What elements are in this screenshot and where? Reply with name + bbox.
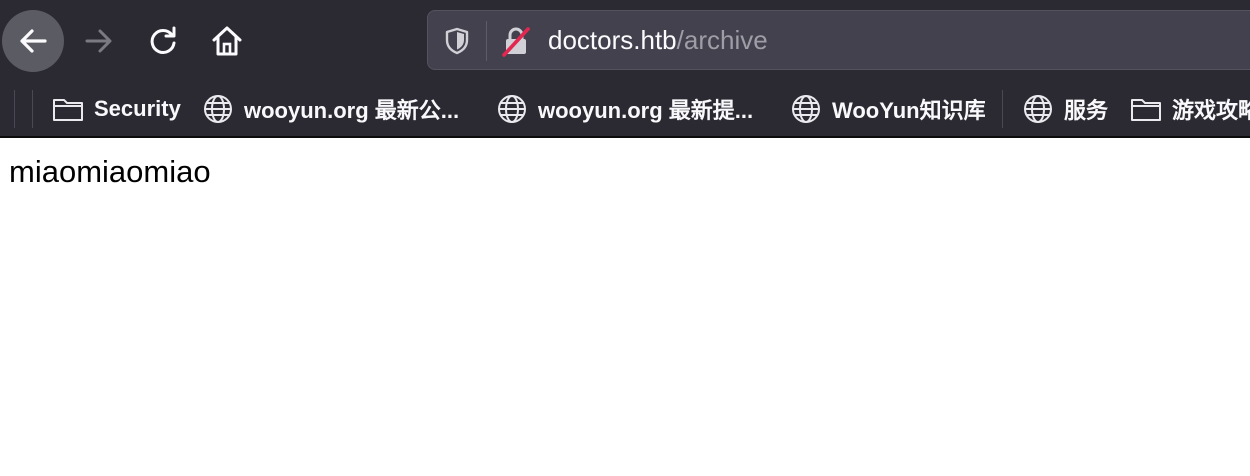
bookmark-wooyun-submit[interactable]: wooyun.org 最新提... (496, 90, 753, 128)
bookmark-label: WooYun知识库 (832, 98, 986, 123)
url-path: /archive (676, 25, 768, 55)
page-body-text: miaomiaomiao (9, 154, 211, 189)
folder-icon (53, 99, 83, 121)
bookmark-label: wooyun.org 最新提... (538, 98, 754, 123)
arrow-left-icon (20, 29, 47, 53)
globe-icon (498, 95, 526, 123)
navigation-toolbar: doctors.htb/archive (0, 0, 1250, 82)
arrow-right-icon (85, 29, 112, 53)
bookmark-label: 游戏攻略 (1172, 98, 1250, 123)
bookmark-label: wooyun.org 最新公... (244, 98, 460, 123)
insecure-lock-icon[interactable] (500, 25, 532, 57)
reload-button[interactable] (142, 20, 184, 62)
bookmark-label: Security (94, 96, 181, 121)
forward-button[interactable] (78, 20, 120, 62)
url-bar[interactable]: doctors.htb/archive (427, 10, 1250, 70)
chrome-bottom-border (0, 136, 1250, 138)
reload-icon (150, 26, 176, 54)
url-text[interactable]: doctors.htb/archive (548, 24, 768, 56)
browser-chrome: doctors.htb/archive Security wooyun.org … (0, 0, 1250, 138)
bookmark-folder-game-guides[interactable]: 游戏攻略 (1130, 90, 1250, 128)
folder-icon (1131, 99, 1161, 121)
bookmarks-toolbar: Security wooyun.org 最新公... wooyun.org 最新… (0, 82, 1250, 136)
bookmark-services[interactable]: 服务 (1022, 90, 1108, 128)
globe-icon (1024, 95, 1052, 123)
bookmark-folder-security[interactable]: Security (52, 90, 181, 128)
home-button[interactable] (206, 20, 248, 62)
globe-icon (204, 95, 232, 123)
shield-icon[interactable] (442, 26, 472, 56)
url-host: doctors.htb (548, 25, 677, 55)
globe-icon (792, 95, 820, 123)
bookmark-label: 服务 (1064, 98, 1109, 123)
bookmarks-separator (1002, 90, 1003, 128)
bookmark-wooyun-drops[interactable]: WooYun知识库 (790, 90, 986, 128)
home-icon (212, 26, 242, 56)
bookmarks-separator (14, 90, 15, 128)
back-button[interactable] (2, 10, 64, 72)
url-divider (486, 21, 487, 61)
bookmark-wooyun-public[interactable]: wooyun.org 最新公... (202, 90, 459, 128)
bookmarks-separator (32, 90, 33, 128)
